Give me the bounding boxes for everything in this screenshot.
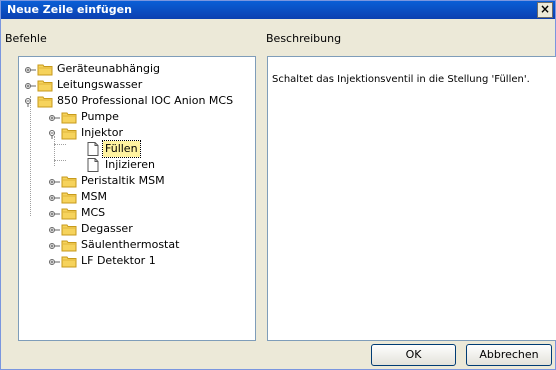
tree-node[interactable]: Injizieren — [73, 157, 273, 173]
ok-button[interactable]: OK — [371, 344, 456, 366]
collapsed-toggle-icon[interactable] — [49, 176, 60, 186]
collapsed-toggle-icon[interactable] — [49, 192, 60, 202]
tree-node-label: MSM — [81, 190, 107, 203]
tree-node-label: LF Detektor 1 — [81, 254, 156, 267]
expanded-toggle-icon[interactable] — [25, 96, 36, 107]
tree-node[interactable]: MSM — [49, 189, 249, 205]
tree-node[interactable]: Füllen — [73, 140, 273, 158]
folder-icon — [61, 190, 77, 204]
folder-icon — [37, 62, 53, 76]
tree-connector — [54, 144, 66, 145]
expanded-toggle-icon[interactable] — [49, 128, 60, 139]
cancel-button[interactable]: Abbrechen — [466, 344, 552, 366]
tree-node[interactable]: Säulenthermostat — [49, 237, 249, 253]
command-tree[interactable]: Geräteunabhängig Leitungswasser 850 Profes… — [18, 56, 256, 341]
document-icon — [85, 158, 101, 172]
folder-icon — [61, 126, 77, 140]
folder-icon — [61, 174, 77, 188]
tree-node-label: Füllen — [102, 140, 141, 158]
collapsed-toggle-icon[interactable] — [49, 208, 60, 218]
tree-node-label: Injizieren — [105, 158, 155, 171]
folder-icon — [37, 78, 53, 92]
folder-icon — [61, 206, 77, 220]
tree-node-label: Degasser — [81, 222, 133, 235]
tree-node-label: Geräteunabhängig — [57, 62, 161, 75]
folder-icon — [61, 238, 77, 252]
tree-connector — [30, 96, 31, 216]
document-icon — [85, 142, 101, 156]
tree-node[interactable]: Pumpe — [49, 109, 249, 125]
tree-node-label: MCS — [81, 206, 106, 219]
tree-node-label: Leitungswasser — [57, 78, 143, 91]
description-text: Schaltet das Injektionsventil in die Ste… — [272, 74, 530, 85]
title-bar: Neue Zeile einfügen × — [1, 1, 555, 19]
insert-line-dialog: Neue Zeile einfügen × Befehle Beschreibu… — [0, 0, 556, 370]
tree-node-label: 850 Professional IOC Anion MCS — [57, 94, 234, 107]
folder-icon — [37, 94, 53, 108]
folder-icon — [61, 254, 77, 268]
collapsed-toggle-icon[interactable] — [25, 80, 36, 90]
description-panel: Schaltet das Injektionsventil in die Ste… — [267, 56, 556, 341]
tree-node[interactable]: MCS — [49, 205, 249, 221]
tree-node[interactable]: Leitungswasser — [25, 77, 225, 93]
tree-node-label: Injektor — [81, 126, 123, 139]
description-label: Beschreibung — [266, 32, 342, 45]
tree-node[interactable]: 850 Professional IOC Anion MCS — [25, 93, 233, 109]
dialog-title: Neue Zeile einfügen — [7, 3, 132, 16]
commands-label: Befehle — [5, 32, 47, 45]
tree-node-label: Säulenthermostat — [81, 238, 180, 251]
folder-icon — [61, 222, 77, 236]
close-icon: × — [539, 2, 551, 16]
tree-node[interactable]: Injektor — [49, 125, 249, 141]
tree-node-label: Peristaltik MSM — [81, 174, 165, 187]
tree-node-label: Pumpe — [81, 110, 119, 123]
tree-node[interactable]: Degasser — [49, 221, 249, 237]
tree-node[interactable]: Geräteunabhängig — [25, 61, 225, 77]
tree-node[interactable]: Peristaltik MSM — [49, 173, 249, 189]
tree-connector — [54, 160, 66, 161]
collapsed-toggle-icon[interactable] — [49, 240, 60, 250]
collapsed-toggle-icon[interactable] — [49, 256, 60, 266]
collapsed-toggle-icon[interactable] — [25, 64, 36, 74]
tree-node[interactable]: LF Detektor 1 — [49, 253, 249, 269]
collapsed-toggle-icon[interactable] — [49, 112, 60, 122]
close-button[interactable]: × — [537, 2, 553, 18]
collapsed-toggle-icon[interactable] — [49, 224, 60, 234]
folder-icon — [61, 110, 77, 124]
